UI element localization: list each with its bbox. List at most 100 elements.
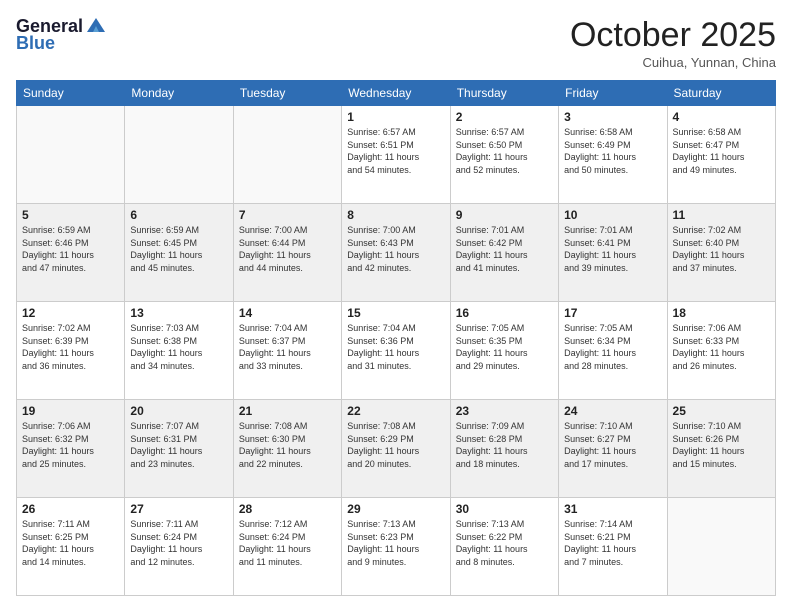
day-cell <box>667 498 775 596</box>
day-info: Sunrise: 7:04 AM Sunset: 6:37 PM Dayligh… <box>239 322 336 372</box>
day-info: Sunrise: 7:06 AM Sunset: 6:32 PM Dayligh… <box>22 420 119 470</box>
day-info: Sunrise: 7:01 AM Sunset: 6:42 PM Dayligh… <box>456 224 553 274</box>
day-info: Sunrise: 7:05 AM Sunset: 6:35 PM Dayligh… <box>456 322 553 372</box>
week-row-3: 12Sunrise: 7:02 AM Sunset: 6:39 PM Dayli… <box>17 302 776 400</box>
day-info: Sunrise: 6:59 AM Sunset: 6:45 PM Dayligh… <box>130 224 227 274</box>
day-info: Sunrise: 7:05 AM Sunset: 6:34 PM Dayligh… <box>564 322 661 372</box>
day-number: 2 <box>456 110 553 124</box>
day-cell: 3 Sunrise: 6:58 AM Sunset: 6:49 PM Daylig… <box>559 106 667 204</box>
week-row-1: 1 Sunrise: 6:57 AM Sunset: 6:51 PM Daylig… <box>17 106 776 204</box>
day-info: Sunrise: 7:04 AM Sunset: 6:36 PM Dayligh… <box>347 322 444 372</box>
day-info: Sunrise: 7:11 AM Sunset: 6:24 PM Dayligh… <box>130 518 227 568</box>
day-info: Sunrise: 7:14 AM Sunset: 6:21 PM Dayligh… <box>564 518 661 568</box>
day-cell: 1 Sunrise: 6:57 AM Sunset: 6:51 PM Daylig… <box>342 106 450 204</box>
day-info: Sunrise: 7:01 AM Sunset: 6:41 PM Dayligh… <box>564 224 661 274</box>
day-number: 29 <box>347 502 444 516</box>
day-number: 10 <box>564 208 661 222</box>
day-info: Sunrise: 7:02 AM Sunset: 6:39 PM Dayligh… <box>22 322 119 372</box>
day-number: 25 <box>673 404 770 418</box>
day-number: 1 <box>347 110 444 124</box>
day-number: 27 <box>130 502 227 516</box>
logo-icon <box>85 14 107 36</box>
header: General Blue October 2025 Cuihua, Yunnan… <box>16 16 776 70</box>
day-number: 3 <box>564 110 661 124</box>
day-info: Sunrise: 6:57 AM Sunset: 6:50 PM Dayligh… <box>456 126 553 176</box>
day-number: 31 <box>564 502 661 516</box>
day-cell: 29 Sunrise: 7:13 AM Sunset: 6:23 PM Dayli… <box>342 498 450 596</box>
day-cell: 31 Sunrise: 7:14 AM Sunset: 6:21 PM Dayli… <box>559 498 667 596</box>
day-header-friday: Friday <box>559 81 667 106</box>
day-info: Sunrise: 6:59 AM Sunset: 6:46 PM Dayligh… <box>22 224 119 274</box>
day-info: Sunrise: 7:02 AM Sunset: 6:40 PM Dayligh… <box>673 224 770 274</box>
day-info: Sunrise: 7:00 AM Sunset: 6:43 PM Dayligh… <box>347 224 444 274</box>
day-cell <box>17 106 125 204</box>
day-headers-row: SundayMondayTuesdayWednesdayThursdayFrid… <box>17 81 776 106</box>
day-cell: 7 Sunrise: 7:00 AM Sunset: 6:44 PM Daylig… <box>233 204 341 302</box>
day-number: 14 <box>239 306 336 320</box>
day-info: Sunrise: 7:10 AM Sunset: 6:26 PM Dayligh… <box>673 420 770 470</box>
day-info: Sunrise: 7:07 AM Sunset: 6:31 PM Dayligh… <box>130 420 227 470</box>
title-block: October 2025 Cuihua, Yunnan, China <box>570 16 776 70</box>
day-cell: 13 Sunrise: 7:03 AM Sunset: 6:38 PM Dayli… <box>125 302 233 400</box>
day-cell: 4 Sunrise: 6:58 AM Sunset: 6:47 PM Daylig… <box>667 106 775 204</box>
day-cell: 9Sunrise: 7:01 AM Sunset: 6:42 PM Daylig… <box>450 204 558 302</box>
week-row-4: 19 Sunrise: 7:06 AM Sunset: 6:32 PM Dayli… <box>17 400 776 498</box>
day-number: 28 <box>239 502 336 516</box>
day-info: Sunrise: 6:57 AM Sunset: 6:51 PM Dayligh… <box>347 126 444 176</box>
day-header-saturday: Saturday <box>667 81 775 106</box>
day-info: Sunrise: 7:03 AM Sunset: 6:38 PM Dayligh… <box>130 322 227 372</box>
week-row-5: 26 Sunrise: 7:11 AM Sunset: 6:25 PM Dayli… <box>17 498 776 596</box>
day-info: Sunrise: 7:13 AM Sunset: 6:22 PM Dayligh… <box>456 518 553 568</box>
day-cell: 14 Sunrise: 7:04 AM Sunset: 6:37 PM Dayli… <box>233 302 341 400</box>
day-info: Sunrise: 7:12 AM Sunset: 6:24 PM Dayligh… <box>239 518 336 568</box>
day-cell: 22Sunrise: 7:08 AM Sunset: 6:29 PM Dayli… <box>342 400 450 498</box>
day-number: 7 <box>239 208 336 222</box>
day-number: 11 <box>673 208 770 222</box>
day-number: 26 <box>22 502 119 516</box>
day-info: Sunrise: 7:00 AM Sunset: 6:44 PM Dayligh… <box>239 224 336 274</box>
day-number: 19 <box>22 404 119 418</box>
logo: General Blue <box>16 16 107 54</box>
day-number: 6 <box>130 208 227 222</box>
day-number: 21 <box>239 404 336 418</box>
day-number: 17 <box>564 306 661 320</box>
day-header-wednesday: Wednesday <box>342 81 450 106</box>
day-cell: 23Sunrise: 7:09 AM Sunset: 6:28 PM Dayli… <box>450 400 558 498</box>
day-number: 16 <box>456 306 553 320</box>
page: General Blue October 2025 Cuihua, Yunnan… <box>0 0 792 612</box>
day-number: 18 <box>673 306 770 320</box>
day-cell: 30Sunrise: 7:13 AM Sunset: 6:22 PM Dayli… <box>450 498 558 596</box>
day-number: 13 <box>130 306 227 320</box>
day-number: 15 <box>347 306 444 320</box>
week-row-2: 5 Sunrise: 6:59 AM Sunset: 6:46 PM Daylig… <box>17 204 776 302</box>
day-cell: 28 Sunrise: 7:12 AM Sunset: 6:24 PM Dayli… <box>233 498 341 596</box>
day-info: Sunrise: 7:06 AM Sunset: 6:33 PM Dayligh… <box>673 322 770 372</box>
day-number: 24 <box>564 404 661 418</box>
day-number: 8 <box>347 208 444 222</box>
day-info: Sunrise: 7:13 AM Sunset: 6:23 PM Dayligh… <box>347 518 444 568</box>
day-cell: 12Sunrise: 7:02 AM Sunset: 6:39 PM Dayli… <box>17 302 125 400</box>
day-cell: 11 Sunrise: 7:02 AM Sunset: 6:40 PM Dayli… <box>667 204 775 302</box>
location: Cuihua, Yunnan, China <box>570 55 776 70</box>
day-info: Sunrise: 7:09 AM Sunset: 6:28 PM Dayligh… <box>456 420 553 470</box>
day-cell: 24 Sunrise: 7:10 AM Sunset: 6:27 PM Dayli… <box>559 400 667 498</box>
calendar: SundayMondayTuesdayWednesdayThursdayFrid… <box>16 80 776 596</box>
day-cell: 27 Sunrise: 7:11 AM Sunset: 6:24 PM Dayli… <box>125 498 233 596</box>
day-header-thursday: Thursday <box>450 81 558 106</box>
day-info: Sunrise: 6:58 AM Sunset: 6:49 PM Dayligh… <box>564 126 661 176</box>
day-info: Sunrise: 7:11 AM Sunset: 6:25 PM Dayligh… <box>22 518 119 568</box>
day-info: Sunrise: 7:08 AM Sunset: 6:30 PM Dayligh… <box>239 420 336 470</box>
day-info: Sunrise: 6:58 AM Sunset: 6:47 PM Dayligh… <box>673 126 770 176</box>
day-cell: 18 Sunrise: 7:06 AM Sunset: 6:33 PM Dayli… <box>667 302 775 400</box>
day-cell: 19 Sunrise: 7:06 AM Sunset: 6:32 PM Dayli… <box>17 400 125 498</box>
logo-blue: Blue <box>16 33 55 54</box>
day-header-sunday: Sunday <box>17 81 125 106</box>
day-cell: 8 Sunrise: 7:00 AM Sunset: 6:43 PM Daylig… <box>342 204 450 302</box>
day-cell: 2 Sunrise: 6:57 AM Sunset: 6:50 PM Daylig… <box>450 106 558 204</box>
day-number: 4 <box>673 110 770 124</box>
day-info: Sunrise: 7:10 AM Sunset: 6:27 PM Dayligh… <box>564 420 661 470</box>
day-number: 5 <box>22 208 119 222</box>
day-cell: 15 Sunrise: 7:04 AM Sunset: 6:36 PM Dayli… <box>342 302 450 400</box>
day-cell: 20Sunrise: 7:07 AM Sunset: 6:31 PM Dayli… <box>125 400 233 498</box>
day-cell: 10 Sunrise: 7:01 AM Sunset: 6:41 PM Dayli… <box>559 204 667 302</box>
